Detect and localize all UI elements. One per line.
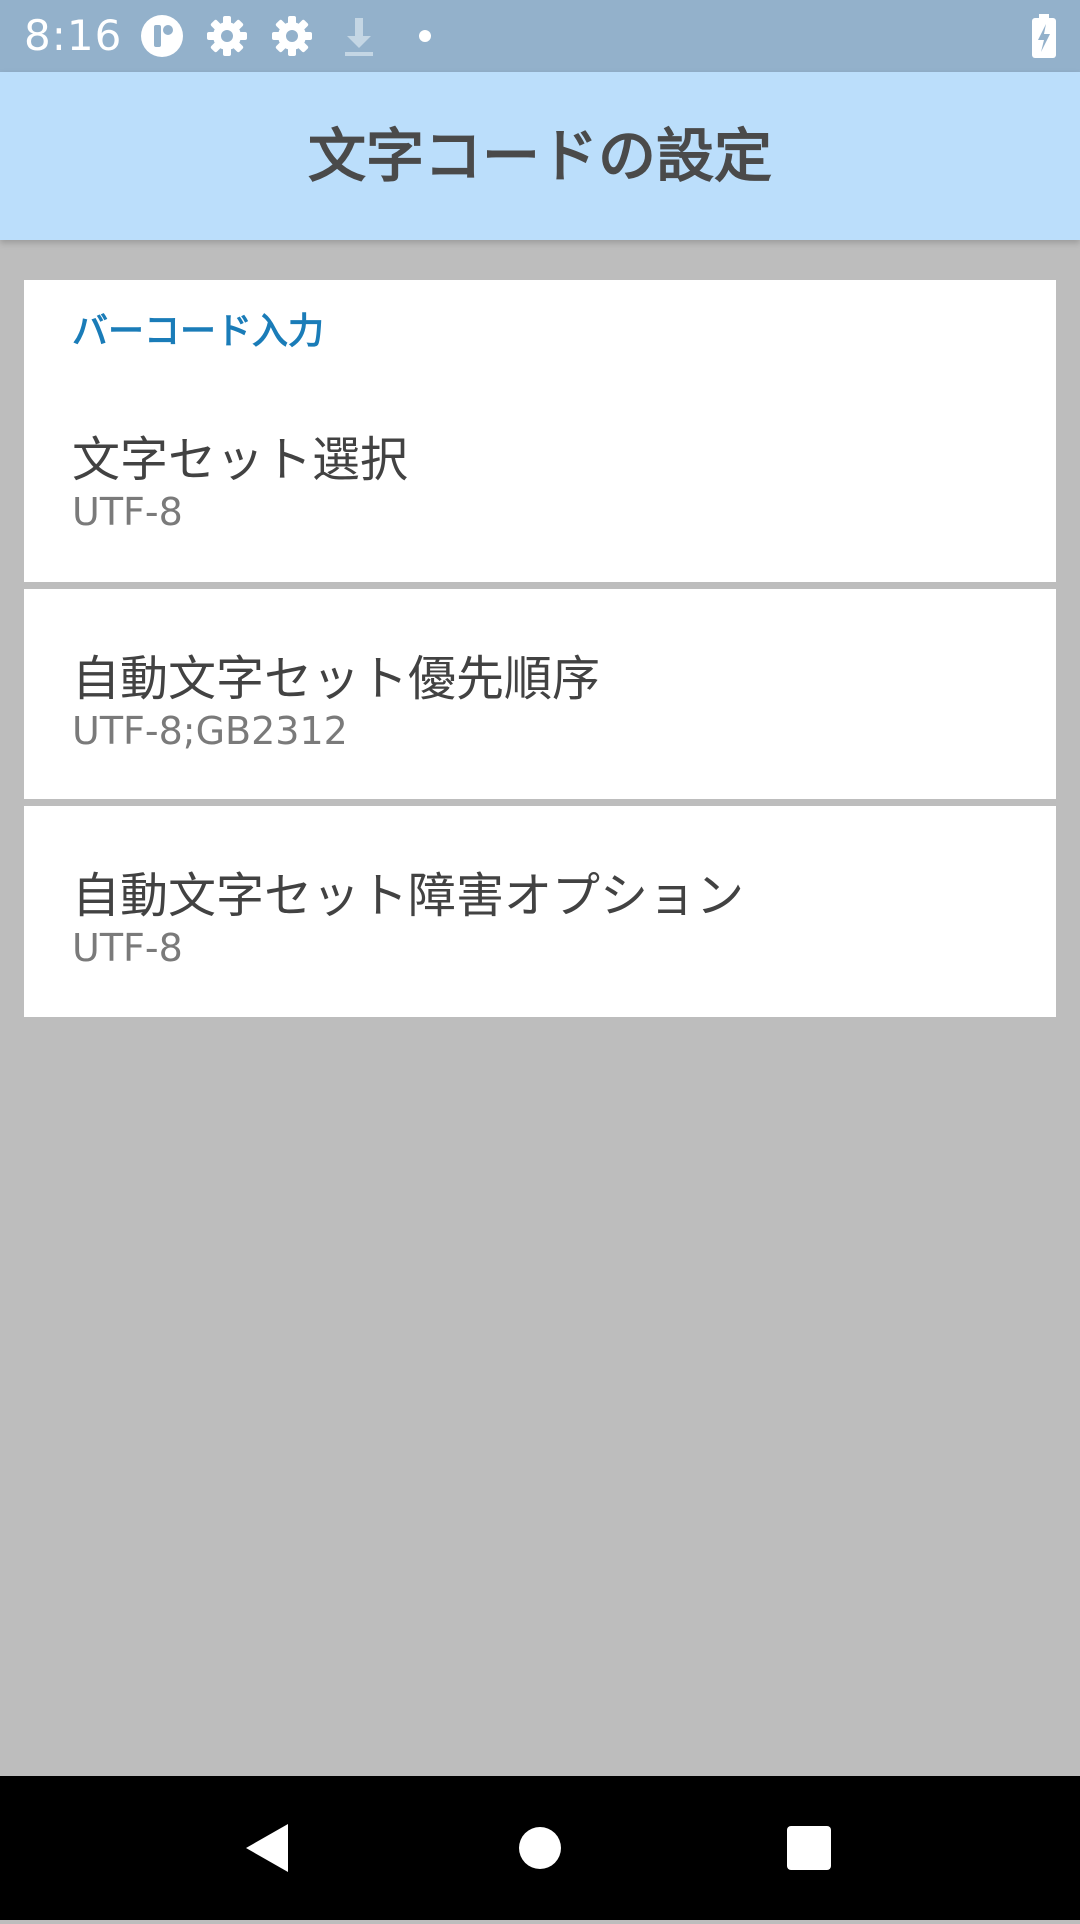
section-header-barcode-input: バーコード入力 xyxy=(72,311,325,352)
preference-summary: UTF-8 xyxy=(72,490,183,534)
preference-title: 自動文字セット優先順序 xyxy=(72,651,601,707)
preference-title: 文字セット選択 xyxy=(72,432,409,488)
back-button[interactable] xyxy=(196,1776,340,1920)
navigation-bar xyxy=(0,1776,1080,1920)
status-bar: 8:16 xyxy=(0,0,1080,72)
dot-icon xyxy=(401,12,449,60)
recents-button[interactable] xyxy=(737,1776,881,1920)
gear-icon xyxy=(268,12,316,60)
preference-card-auto-charset-priority[interactable]: 自動文字セット優先順序 UTF-8;GB2312 xyxy=(24,589,1056,799)
download-icon xyxy=(335,12,383,60)
back-icon xyxy=(246,1824,288,1872)
preference-title: 自動文字セット障害オプション xyxy=(72,868,745,924)
app-badge-icon xyxy=(138,12,186,60)
status-time: 8:16 xyxy=(24,11,123,60)
preference-summary: UTF-8;GB2312 xyxy=(72,709,348,753)
preference-card-charset-select[interactable]: バーコード入力 文字セット選択 UTF-8 xyxy=(24,280,1056,582)
preference-summary: UTF-8 xyxy=(72,926,183,970)
gear-icon xyxy=(203,12,251,60)
home-icon xyxy=(519,1827,561,1869)
preference-card-auto-charset-failure-option[interactable]: 自動文字セット障害オプション UTF-8 xyxy=(24,806,1056,1017)
recents-icon xyxy=(787,1826,831,1870)
battery-charging-icon xyxy=(1020,12,1068,60)
app-header: 文字コードの設定 xyxy=(0,72,1080,240)
page-title: 文字コードの設定 xyxy=(307,122,772,190)
home-button[interactable] xyxy=(468,1776,612,1920)
